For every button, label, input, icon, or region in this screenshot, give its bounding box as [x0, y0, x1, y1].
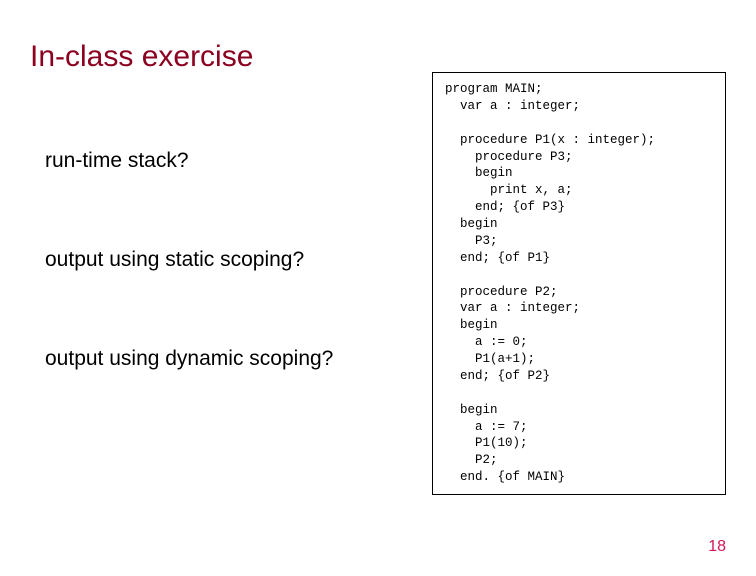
slide: In-class exercise run-time stack? output…	[0, 0, 756, 576]
questions-column: run-time stack? output using static scop…	[30, 124, 410, 446]
question-runtime-stack: run-time stack?	[30, 149, 410, 173]
code-listing: program MAIN; var a : integer; procedure…	[432, 72, 726, 495]
slide-title: In-class exercise	[30, 40, 726, 74]
question-dynamic-scoping: output using dynamic scoping?	[30, 347, 410, 371]
page-number: 18	[708, 538, 726, 556]
question-static-scoping: output using static scoping?	[30, 248, 410, 272]
